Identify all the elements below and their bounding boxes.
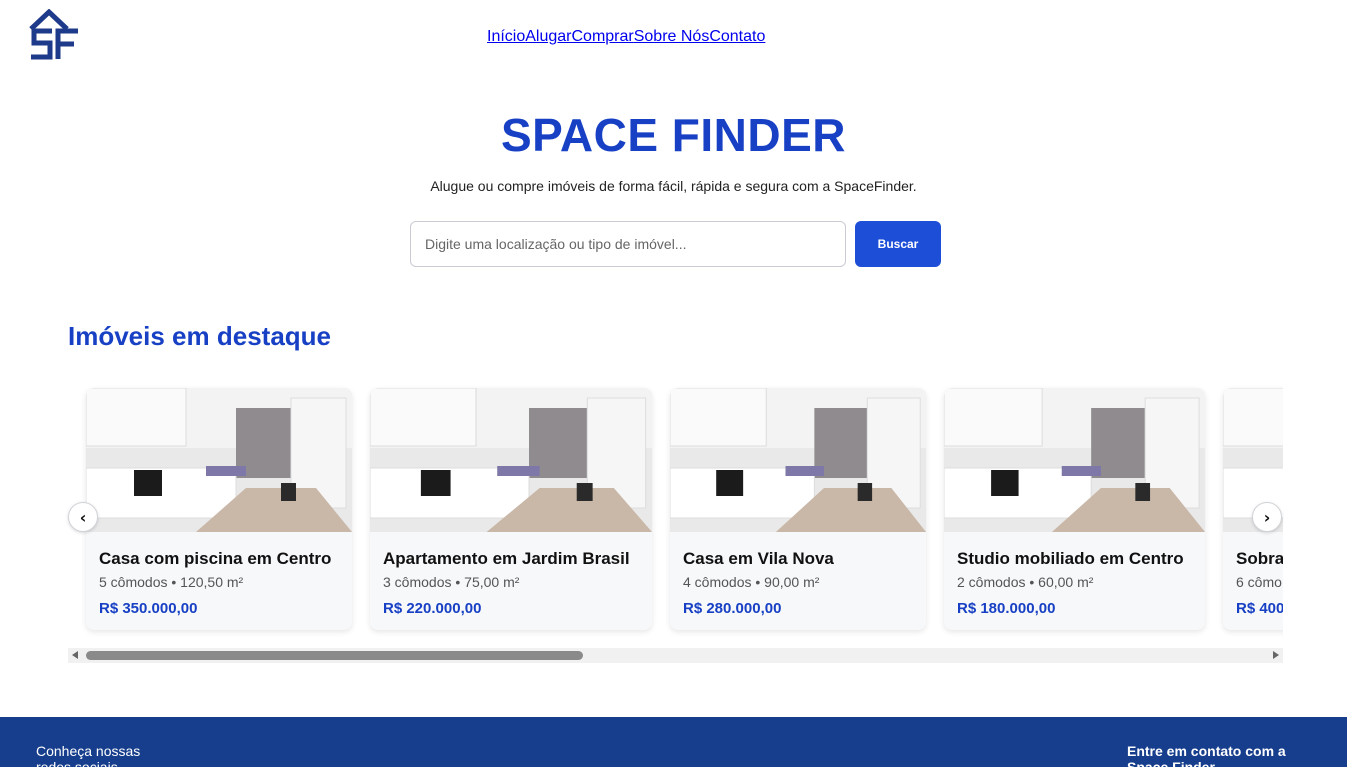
space-finder-logo[interactable] — [28, 9, 80, 61]
nav-item-comprar[interactable]: Comprar — [572, 28, 634, 46]
footer-contact-text: Entre em contato com a Space Finder — [1127, 743, 1286, 767]
chevron-left-icon: ‹ — [79, 507, 87, 527]
search-input[interactable] — [410, 221, 846, 267]
property-price: R$ 350.000,00 — [99, 600, 198, 617]
footer-social-text: Conheça nossas redes sociais — [36, 743, 141, 767]
property-meta: 6 cômo — [1236, 574, 1282, 590]
site-footer: Conheça nossas redes sociais Entre em co… — [0, 717, 1347, 767]
property-price: R$ 280.000,00 — [683, 600, 782, 617]
property-title: Sobra — [1236, 549, 1283, 568]
featured-carousel[interactable]: Casa com piscina em Centro 5 cômodos • 1… — [68, 378, 1283, 648]
property-meta: 5 cômodos • 120,50 m² — [99, 574, 244, 590]
property-image — [370, 388, 652, 532]
hero-title: SPACE FINDER — [500, 109, 847, 161]
property-title: Apartamento em Jardim Brasil — [383, 549, 630, 568]
property-image — [944, 388, 1205, 532]
property-image — [670, 388, 926, 532]
scrollbar-thumb[interactable] — [86, 651, 583, 660]
nav-item-sobre-nos[interactable]: Sobre Nós — [634, 28, 710, 46]
nav-item-inicio[interactable]: Início — [487, 28, 525, 46]
property-meta: 2 cômodos • 60,00 m² — [957, 574, 1094, 590]
property-meta: 4 cômodos • 90,00 m² — [683, 574, 820, 590]
property-title: Studio mobiliado em Centro — [957, 549, 1184, 568]
property-title: Casa com piscina em Centro — [99, 549, 332, 568]
property-card[interactable]: Casa com piscina em Centro 5 cômodos • 1… — [86, 388, 352, 630]
nav-item-contato[interactable]: Contato — [709, 28, 765, 46]
property-card[interactable]: Apartamento em Jardim Brasil 3 cômodos •… — [370, 388, 652, 630]
scroll-right-arrow-icon[interactable] — [1273, 651, 1279, 659]
property-card[interactable]: Studio mobiliado em Centro 2 cômodos • 6… — [944, 388, 1205, 630]
nav-item-alugar[interactable]: Alugar — [525, 28, 571, 46]
carousel-prev-button[interactable]: ‹ — [68, 502, 98, 532]
chevron-right-icon: › — [1263, 507, 1271, 527]
property-price: R$ 220.000,00 — [383, 600, 482, 617]
main-nav: Início Alugar Comprar Sobre Nós Contato — [487, 28, 765, 46]
property-card[interactable]: Casa em Vila Nova 4 cômodos • 90,00 m² R… — [670, 388, 926, 630]
carousel-scrollbar[interactable] — [68, 648, 1283, 663]
search-button[interactable]: Buscar — [855, 221, 941, 267]
hero-subtitle: Alugue ou compre imóveis de forma fácil,… — [430, 178, 917, 194]
property-image — [86, 388, 352, 532]
property-title: Casa em Vila Nova — [683, 549, 834, 568]
scroll-left-arrow-icon[interactable] — [72, 651, 78, 659]
property-meta: 3 cômodos • 75,00 m² — [383, 574, 520, 590]
featured-section-title: Imóveis em destaque — [68, 321, 331, 351]
property-price: R$ 400 — [1236, 600, 1283, 617]
property-price: R$ 180.000,00 — [957, 600, 1056, 617]
carousel-next-button[interactable]: › — [1252, 502, 1282, 532]
